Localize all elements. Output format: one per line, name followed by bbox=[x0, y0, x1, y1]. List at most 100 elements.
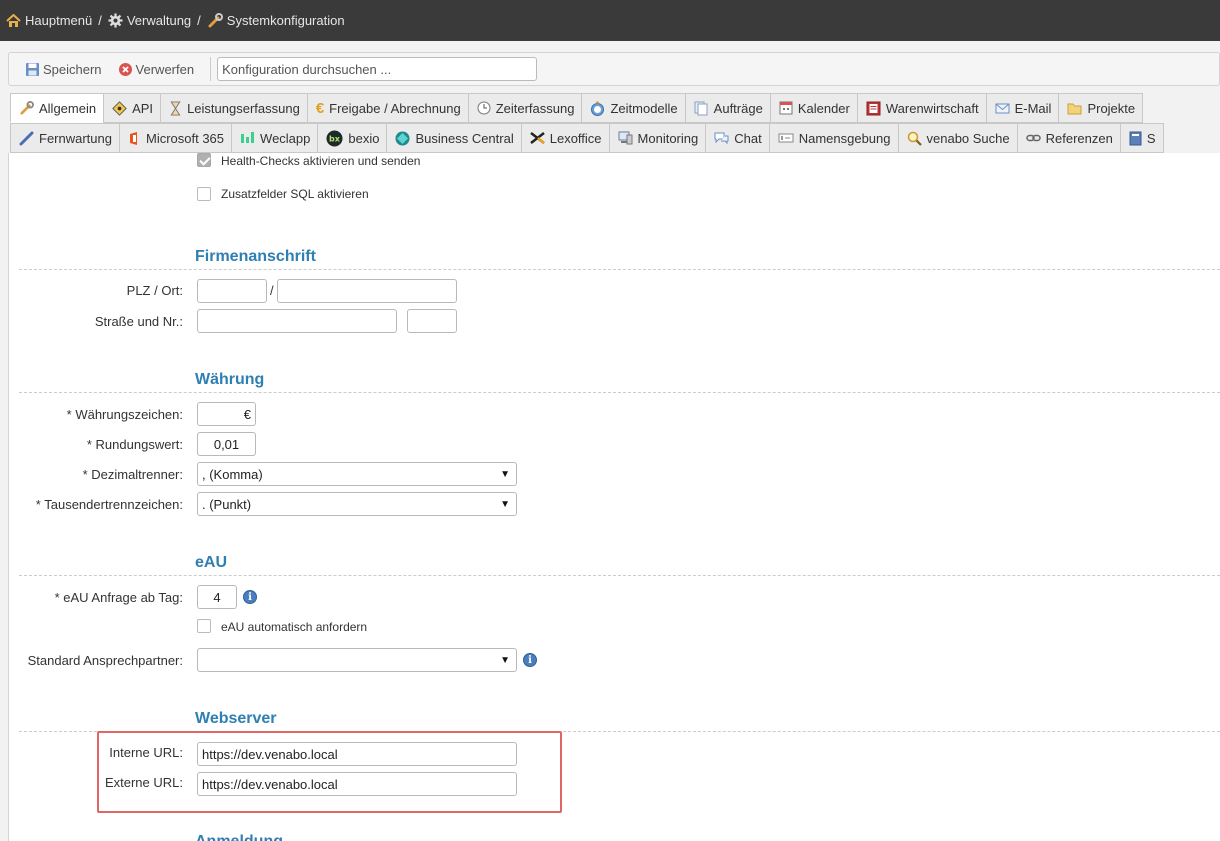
tab-e-mail[interactable]: E-Mail bbox=[985, 93, 1059, 123]
zip-city-separator: / bbox=[270, 283, 274, 298]
discard-button[interactable]: Verwerfen bbox=[118, 62, 194, 77]
tab-label: Referenzen bbox=[1045, 130, 1113, 146]
weclapp-icon bbox=[240, 131, 255, 145]
business-central-icon bbox=[395, 131, 410, 146]
breadcrumb-verwaltung[interactable]: Verwaltung bbox=[108, 13, 191, 28]
info-icon[interactable]: i bbox=[523, 653, 537, 667]
tab-leistungserfassung[interactable]: Leistungserfassung bbox=[160, 93, 307, 123]
tab-label: Business Central bbox=[415, 130, 514, 146]
breadcrumb-separator: / bbox=[98, 13, 102, 28]
street-label: Straße und Nr.: bbox=[94, 314, 183, 329]
select-value: , (Komma) bbox=[202, 466, 263, 482]
tab-venabo-suche[interactable]: venabo Suche bbox=[897, 123, 1017, 153]
section-divider bbox=[19, 269, 1220, 270]
street-input[interactable] bbox=[197, 309, 397, 333]
inventory-icon bbox=[866, 101, 881, 116]
external-url-input[interactable]: https://dev.venabo.local bbox=[197, 772, 517, 796]
tab-kalender[interactable]: Kalender bbox=[769, 93, 857, 123]
tab-zeiterfassung[interactable]: Zeiterfassung bbox=[467, 93, 582, 123]
health-checks-checkbox[interactable] bbox=[197, 153, 211, 167]
thousands-separator-label: * Tausendertrennzeichen: bbox=[35, 497, 183, 512]
tab-microsoft-365[interactable]: Microsoft 365 bbox=[118, 123, 232, 153]
tab-lexoffice[interactable]: Lexoffice bbox=[520, 123, 609, 153]
tab-bexio[interactable]: bx bexio bbox=[317, 123, 387, 153]
cancel-icon bbox=[118, 62, 133, 77]
rounding-input[interactable]: 0,01 bbox=[197, 432, 256, 456]
chat-icon bbox=[714, 131, 729, 145]
tab-label: Aufträge bbox=[713, 100, 763, 116]
gear-icon bbox=[108, 13, 123, 28]
section-title-eau: eAU bbox=[195, 554, 228, 571]
house-number-input[interactable] bbox=[407, 309, 457, 333]
hourglass-icon bbox=[169, 100, 182, 116]
tab-label: S bbox=[1146, 130, 1156, 146]
health-checks-label: Health-Checks aktivieren und senden bbox=[221, 154, 421, 168]
folder-icon bbox=[1067, 101, 1082, 115]
tab-label: Monitoring bbox=[637, 130, 699, 146]
tab-business-central[interactable]: Business Central bbox=[386, 123, 521, 153]
tab-label: Zeiterfassung bbox=[495, 100, 575, 116]
office-icon bbox=[128, 131, 141, 146]
tab-namensgebung[interactable]: Namensgebung bbox=[768, 123, 898, 153]
tab-api[interactable]: API bbox=[103, 93, 161, 123]
tab-freigabe-abrechnung[interactable]: € Freigabe / Abrechnung bbox=[306, 93, 468, 123]
tab-label: Leistungserfassung bbox=[187, 100, 300, 116]
pen-icon bbox=[19, 131, 34, 146]
tab-label: Namensgebung bbox=[798, 130, 891, 146]
breadcrumb-home[interactable]: Hauptmenü bbox=[6, 13, 92, 28]
rounding-label: * Rundungswert: bbox=[86, 437, 183, 452]
tab-allgemein[interactable]: Allgemein bbox=[10, 93, 104, 123]
config-search-input[interactable] bbox=[217, 57, 538, 81]
tab-chat[interactable]: Chat bbox=[705, 123, 769, 153]
section-divider bbox=[19, 392, 1220, 393]
toolbar-divider bbox=[210, 57, 212, 81]
zip-city-label: PLZ / Ort: bbox=[126, 283, 183, 298]
tab-projekte[interactable]: Projekte bbox=[1058, 93, 1144, 123]
naming-icon bbox=[778, 132, 794, 144]
mail-icon bbox=[995, 101, 1010, 115]
zip-input[interactable] bbox=[197, 279, 267, 303]
tab-label: Projekte bbox=[1087, 100, 1136, 116]
decimal-separator-select[interactable]: , (Komma) ▼ bbox=[197, 462, 517, 486]
sql-fields-checkbox[interactable] bbox=[197, 187, 211, 201]
tabs-row-2: Fernwartung Microsoft 365 Weclapp bx bex… bbox=[10, 123, 1164, 153]
config-content: Health-Checks aktivieren und senden Zusa… bbox=[8, 153, 1220, 841]
external-url-label: Externe URL: bbox=[104, 775, 183, 790]
eau-request-day-input[interactable]: 4 bbox=[197, 585, 237, 609]
tab-auftraege[interactable]: Aufträge bbox=[684, 93, 770, 123]
tab-monitoring[interactable]: Monitoring bbox=[608, 123, 706, 153]
tab-weclapp[interactable]: Weclapp bbox=[231, 123, 318, 153]
currency-symbol-input[interactable]: € bbox=[197, 402, 256, 426]
default-contact-select[interactable]: ▼ bbox=[197, 648, 517, 672]
calendar-icon bbox=[779, 101, 793, 115]
decimal-separator-label: * Dezimaltrenner: bbox=[82, 467, 183, 482]
tab-label: Microsoft 365 bbox=[145, 130, 225, 146]
sql-fields-label: Zusatzfelder SQL aktivieren bbox=[221, 187, 369, 201]
section-title-webserver: Webserver bbox=[195, 710, 277, 727]
breadcrumb-label: Verwaltung bbox=[126, 13, 192, 28]
save-button[interactable]: Speichern bbox=[25, 62, 102, 77]
city-input[interactable] bbox=[277, 279, 457, 303]
dropdown-arrow-icon: ▼ bbox=[500, 498, 510, 510]
section-title-anmeldung: Anmeldung bbox=[195, 833, 283, 841]
tab-label: Zeitmodelle bbox=[610, 100, 678, 116]
breadcrumb-systemkonfiguration[interactable]: Systemkonfiguration bbox=[207, 12, 345, 29]
tab-label: Fernwartung bbox=[39, 130, 112, 146]
bexio-icon: bx bbox=[326, 130, 343, 147]
breadcrumb-separator: / bbox=[197, 13, 201, 28]
tab-zeitmodelle[interactable]: Zeitmodelle bbox=[581, 93, 685, 123]
documents-icon bbox=[694, 101, 709, 116]
internal-url-input[interactable]: https://dev.venabo.local bbox=[197, 742, 517, 766]
eau-auto-request-checkbox[interactable] bbox=[197, 619, 211, 633]
tab-s[interactable]: S bbox=[1119, 123, 1164, 153]
info-icon[interactable]: i bbox=[243, 590, 257, 604]
tab-warenwirtschaft[interactable]: Warenwirtschaft bbox=[856, 93, 986, 123]
section-divider bbox=[19, 575, 1220, 576]
eau-request-day-label: * eAU Anfrage ab Tag: bbox=[54, 590, 183, 605]
tab-label: Allgemein bbox=[39, 100, 97, 116]
default-contact-label: Standard Ansprechpartner: bbox=[27, 653, 183, 668]
tab-fernwartung[interactable]: Fernwartung bbox=[10, 123, 119, 153]
thousands-separator-select[interactable]: . (Punkt) ▼ bbox=[197, 492, 517, 516]
select-value: . (Punkt) bbox=[202, 496, 252, 512]
tab-referenzen[interactable]: Referenzen bbox=[1016, 123, 1120, 153]
